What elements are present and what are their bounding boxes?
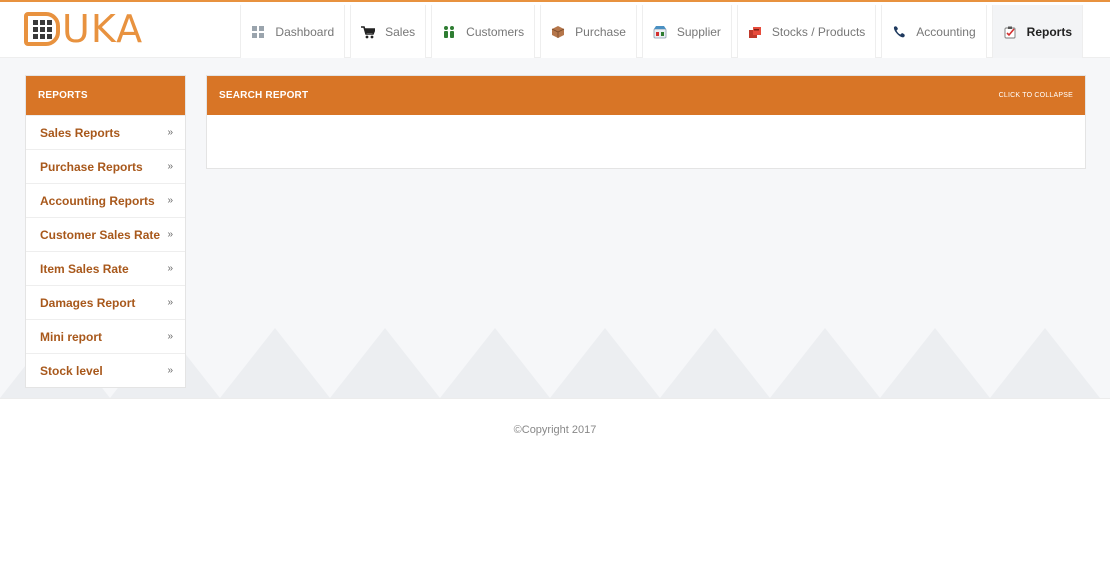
top-header: UKA Dashboard Sales Customers Purchase S… — [0, 2, 1110, 59]
sidebar-item-label: Customer Sales Rate — [40, 227, 161, 242]
chevron-right-icon: » — [167, 195, 173, 206]
sidebar-item-label: Mini report — [40, 329, 102, 344]
nav-sales-label: Sales — [385, 25, 416, 39]
reports-icon — [1003, 25, 1017, 39]
nav-purchase-label: Purchase — [575, 25, 626, 39]
main-nav: Dashboard Sales Customers Purchase Suppl… — [235, 5, 1083, 59]
copyright-text: ©Copyright 2017 — [513, 424, 597, 436]
sidebar-title: REPORTS — [26, 76, 185, 115]
dashboard-grid-icon — [251, 25, 265, 39]
nav-reports[interactable]: Reports — [991, 5, 1083, 59]
nav-reports-label: Reports — [1026, 25, 1072, 39]
sidebar-item-label: Sales Reports — [40, 125, 121, 140]
search-report-panel: SEARCH REPORT CLICK TO COLLAPSE — [206, 75, 1086, 169]
sidebar-item-mini-report[interactable]: Mini report » — [26, 319, 185, 353]
cart-icon — [361, 25, 376, 39]
search-report-header: SEARCH REPORT CLICK TO COLLAPSE — [207, 76, 1085, 115]
sidebar-item-sales-reports[interactable]: Sales Reports » — [26, 115, 185, 149]
sidebar-item-damages-report[interactable]: Damages Report » — [26, 285, 185, 319]
logo-d-icon — [24, 12, 60, 46]
chevron-right-icon: » — [167, 331, 173, 342]
sidebar-item-customer-sales-rate[interactable]: Customer Sales Rate » — [26, 217, 185, 251]
nav-stocks-products[interactable]: Stocks / Products — [736, 5, 877, 59]
nav-dashboard-label: Dashboard — [275, 25, 335, 39]
collapse-toggle[interactable]: CLICK TO COLLAPSE — [999, 92, 1073, 99]
nav-accounting[interactable]: Accounting — [881, 5, 987, 59]
search-report-title: SEARCH REPORT — [219, 90, 309, 101]
nav-supplier[interactable]: Supplier — [641, 5, 732, 59]
sidebar-item-purchase-reports[interactable]: Purchase Reports » — [26, 149, 185, 183]
nav-customers[interactable]: Customers — [431, 5, 536, 59]
nav-purchase[interactable]: Purchase — [540, 5, 637, 59]
chevron-right-icon: » — [167, 127, 173, 138]
sidebar-item-label: Stock level — [40, 363, 103, 378]
people-icon — [442, 25, 456, 39]
nav-accounting-label: Accounting — [916, 25, 976, 39]
chevron-right-icon: » — [167, 263, 173, 274]
sidebar-item-label: Item Sales Rate — [40, 261, 129, 276]
footer: ©Copyright 2017 — [0, 424, 1110, 436]
duka-logo[interactable]: UKA — [24, 10, 143, 48]
chevron-right-icon: » — [167, 229, 173, 240]
nav-sales[interactable]: Sales — [350, 5, 427, 59]
sidebar-item-accounting-reports[interactable]: Accounting Reports » — [26, 183, 185, 217]
stocks-icon — [748, 25, 762, 39]
chevron-right-icon: » — [167, 297, 173, 308]
supplier-icon — [653, 25, 667, 39]
sidebar-item-label: Damages Report — [40, 295, 136, 310]
logo-text: UKA — [62, 7, 144, 51]
sidebar-item-label: Purchase Reports — [40, 159, 143, 174]
sidebar-item-stock-level[interactable]: Stock level » — [26, 353, 185, 387]
chevron-right-icon: » — [167, 161, 173, 172]
nav-supplier-label: Supplier — [676, 25, 721, 39]
reports-sidebar: REPORTS Sales Reports » Purchase Reports… — [25, 75, 186, 388]
sidebar-item-label: Accounting Reports — [40, 193, 155, 208]
nav-stocks-products-label: Stocks / Products — [771, 25, 866, 39]
sidebar-item-item-sales-rate[interactable]: Item Sales Rate » — [26, 251, 185, 285]
nav-dashboard[interactable]: Dashboard — [240, 5, 346, 59]
content-area: REPORTS Sales Reports » Purchase Reports… — [0, 58, 1110, 399]
box-icon — [551, 25, 565, 39]
phone-icon — [892, 25, 906, 39]
chevron-right-icon: » — [167, 365, 173, 376]
nav-customers-label: Customers — [466, 25, 525, 39]
